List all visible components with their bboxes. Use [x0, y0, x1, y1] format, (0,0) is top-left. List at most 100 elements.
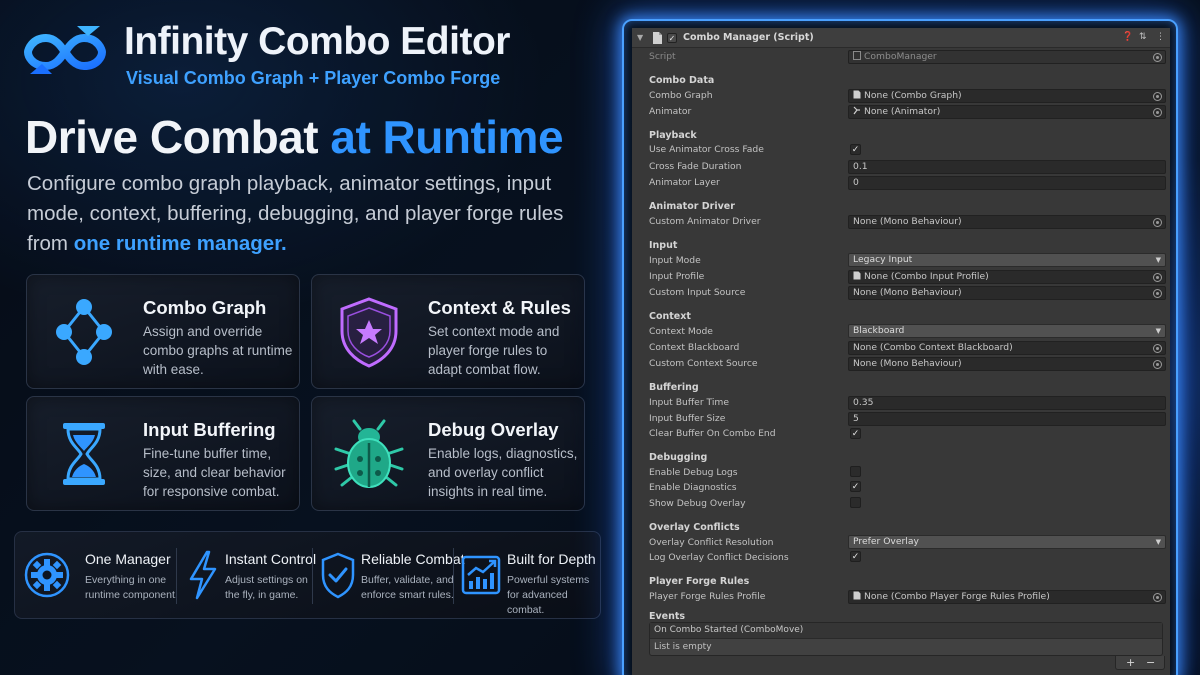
- component-header[interactable]: ▼ ✓ Combo Manager (Script) ❓ ⇅ ⋮: [632, 28, 1170, 48]
- inspector-panel: ▼ ✓ Combo Manager (Script) ❓ ⇅ ⋮ Script …: [632, 28, 1170, 675]
- foldout-arrow-icon[interactable]: ▼: [637, 33, 643, 42]
- feature-card-debug-overlay: Debug Overlay Enable logs, diagnostics, …: [311, 396, 585, 511]
- preset-icon[interactable]: ⇅: [1139, 32, 1147, 42]
- gear-icon: [24, 552, 70, 598]
- remove-event-button[interactable]: −: [1146, 656, 1155, 669]
- combo-graph-label: Combo Graph: [649, 90, 713, 101]
- asset-file-icon: [853, 90, 861, 99]
- animator-label: Animator: [649, 106, 692, 117]
- section-input: Input: [649, 240, 678, 251]
- context-mode-value: Blackboard: [853, 325, 905, 336]
- object-picker-icon[interactable]: [1153, 218, 1162, 227]
- graph-nodes-icon: [56, 299, 112, 365]
- custom-input-source-field[interactable]: None (Mono Behaviour): [848, 286, 1166, 300]
- input-profile-value: None (Combo Input Profile): [864, 271, 989, 282]
- more-options-icon[interactable]: ⋮: [1156, 32, 1165, 42]
- context-blackboard-field[interactable]: None (Combo Context Blackboard): [848, 341, 1166, 355]
- custom-animator-driver-label: Custom Animator Driver: [649, 216, 761, 227]
- divider: [312, 548, 313, 604]
- player-forge-rules-profile-field[interactable]: None (Combo Player Forge Rules Profile): [848, 590, 1166, 604]
- combo-graph-field[interactable]: None (Combo Graph): [848, 89, 1166, 103]
- hero-description: Configure combo graph playback, animator…: [27, 169, 587, 259]
- custom-context-source-label: Custom Context Source: [649, 358, 758, 369]
- chart-icon: [461, 555, 501, 595]
- context-blackboard-label: Context Blackboard: [649, 342, 740, 353]
- cross-fade-duration-input[interactable]: 0.1: [848, 160, 1166, 174]
- object-picker-icon[interactable]: [1153, 360, 1162, 369]
- feature-description: Enable logs, diagnostics, and overlay co…: [428, 446, 578, 499]
- custom-animator-driver-field[interactable]: None (Mono Behaviour): [848, 215, 1166, 229]
- section-buffering: Buffering: [649, 382, 699, 393]
- event-list-buttons: + −: [1115, 656, 1165, 670]
- feature-title: Combo Graph: [143, 297, 267, 318]
- input-mode-value: Legacy Input: [853, 254, 913, 265]
- animator-value: None (Animator): [864, 106, 941, 117]
- feature-title: Context & Rules: [428, 297, 571, 318]
- chevron-down-icon: ▼: [1155, 256, 1161, 264]
- object-picker-icon[interactable]: [1153, 92, 1162, 101]
- section-debugging: Debugging: [649, 452, 708, 463]
- feature-description: Set context mode and player forge rules …: [428, 324, 560, 377]
- feature-card-context-rules: Context & Rules Set context mode and pla…: [311, 274, 585, 389]
- headline: Drive Combat at Runtime: [25, 110, 564, 164]
- input-mode-label: Input Mode: [649, 255, 701, 266]
- object-picker-icon[interactable]: [1153, 108, 1162, 117]
- benefit-title: Reliable Combat: [361, 551, 465, 567]
- benefit-reliable-combat: Reliable Combat Buffer, validate, and en…: [320, 532, 465, 620]
- input-buffer-size-label: Input Buffer Size: [649, 413, 726, 424]
- show-debug-overlay-checkbox[interactable]: [850, 497, 861, 508]
- enable-diagnostics-checkbox[interactable]: ✓: [850, 481, 861, 492]
- clear-buffer-checkbox[interactable]: ✓: [850, 428, 861, 439]
- log-overlay-conflicts-checkbox[interactable]: ✓: [850, 551, 861, 562]
- input-profile-field[interactable]: None (Combo Input Profile): [848, 270, 1166, 284]
- object-picker-icon[interactable]: [1153, 273, 1162, 282]
- help-icon[interactable]: ❓: [1122, 32, 1133, 42]
- component-enabled-checkbox[interactable]: ✓: [667, 33, 677, 43]
- script-value: ComboManager: [864, 51, 937, 62]
- combo-graph-value: None (Combo Graph): [864, 90, 962, 101]
- lightning-icon: [189, 550, 217, 600]
- input-buffer-time-input[interactable]: 0.35: [848, 396, 1166, 410]
- input-buffer-size-input[interactable]: 5: [848, 412, 1166, 426]
- input-mode-dropdown[interactable]: Legacy Input ▼: [848, 253, 1166, 267]
- overlay-conflict-resolution-dropdown[interactable]: Prefer Overlay ▼: [848, 535, 1166, 549]
- shield-star-icon: [340, 297, 398, 368]
- show-debug-overlay-label: Show Debug Overlay: [649, 498, 746, 509]
- context-mode-dropdown[interactable]: Blackboard ▼: [848, 324, 1166, 338]
- feature-title: Debug Overlay: [428, 419, 559, 440]
- animator-field[interactable]: None (Animator): [848, 105, 1166, 119]
- object-picker-icon[interactable]: [1153, 344, 1162, 353]
- chevron-down-icon: ▼: [1155, 538, 1161, 546]
- section-playback: Playback: [649, 130, 697, 141]
- custom-context-source-field[interactable]: None (Mono Behaviour): [848, 357, 1166, 371]
- clear-buffer-label: Clear Buffer On Combo End: [649, 428, 776, 439]
- enable-diagnostics-label: Enable Diagnostics: [649, 482, 737, 493]
- app-subtitle: Visual Combo Graph + Player Combo Forge: [126, 68, 501, 88]
- object-picker-icon[interactable]: [1153, 593, 1162, 602]
- script-label: Script: [649, 51, 676, 62]
- use-cross-fade-label: Use Animator Cross Fade: [649, 144, 764, 155]
- overlay-conflict-resolution-value: Prefer Overlay: [853, 536, 919, 547]
- section-animator-driver: Animator Driver: [649, 201, 735, 212]
- benefit-built-for-depth: Built for Depth Powerful systems for adv…: [461, 532, 596, 620]
- enable-debug-logs-checkbox[interactable]: [850, 466, 861, 477]
- benefit-instant-control: Instant Control Adjust settings on the f…: [187, 532, 317, 620]
- animator-layer-input[interactable]: 0: [848, 176, 1166, 190]
- chevron-down-icon: ▼: [1155, 327, 1161, 335]
- context-mode-label: Context Mode: [649, 326, 713, 337]
- custom-animator-driver-value: None (Mono Behaviour): [853, 216, 962, 227]
- object-picker-icon[interactable]: [1153, 289, 1162, 298]
- benefit-description: Powerful systems for advanced combat.: [507, 574, 590, 616]
- bug-icon: [334, 419, 404, 488]
- headline-accent: at Runtime: [330, 111, 564, 163]
- benefit-title: Instant Control: [225, 551, 317, 567]
- use-cross-fade-checkbox[interactable]: ✓: [850, 144, 861, 155]
- benefit-title: Built for Depth: [507, 551, 596, 567]
- script-field: ComboManager: [848, 50, 1166, 64]
- object-picker-icon: [1153, 53, 1162, 62]
- benefits-strip: One Manager Everything in one runtime co…: [14, 531, 601, 619]
- feature-description: Fine-tune buffer time, size, and clear b…: [143, 446, 286, 499]
- section-events: Events: [649, 611, 686, 622]
- add-event-button[interactable]: +: [1126, 656, 1135, 669]
- section-context: Context: [649, 311, 691, 322]
